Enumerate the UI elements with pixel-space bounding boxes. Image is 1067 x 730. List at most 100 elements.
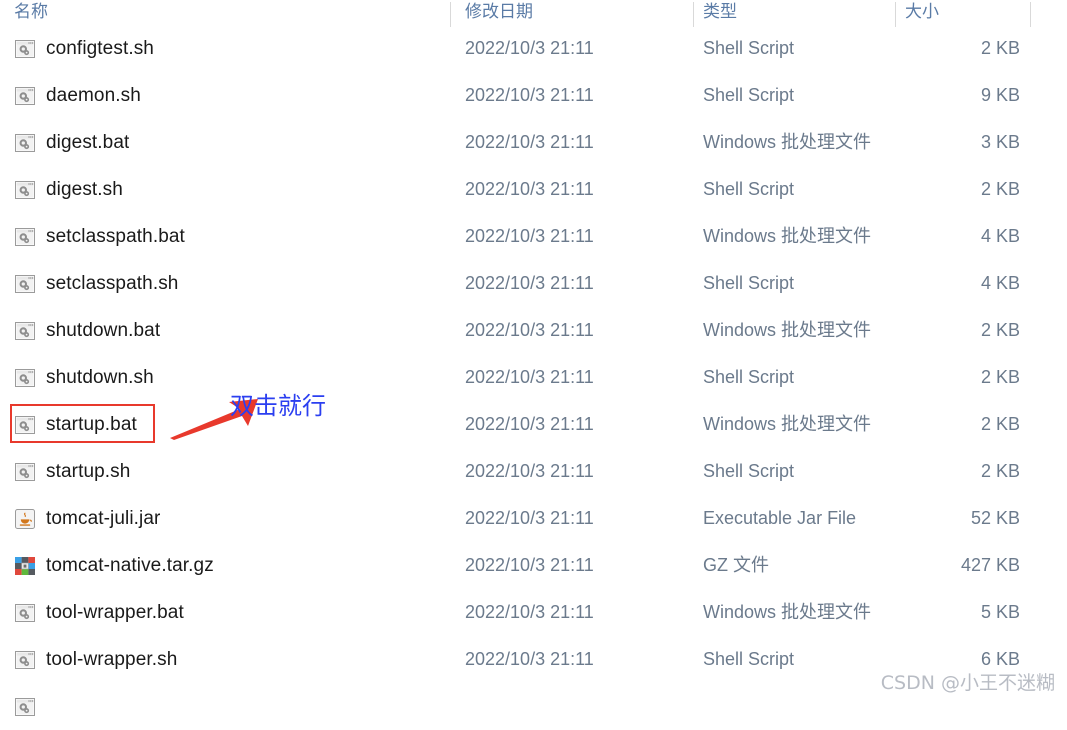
shell-script-icon: [14, 462, 36, 482]
file-modified-cell: 2022/10/3 21:11: [465, 649, 594, 669]
file-type-cell: Shell Script: [703, 273, 795, 293]
column-divider-date-type[interactable]: [693, 2, 694, 27]
file-size-cell: 427 KB: [960, 555, 1020, 575]
file-modified-cell: 2022/10/3 21:11: [465, 508, 594, 528]
file-type-cell: Windows 批处理文件: [703, 226, 872, 246]
file-name-cell[interactable]: tool-wrapper.bat: [14, 589, 184, 636]
file-type-cell: Shell Script: [703, 85, 795, 105]
file-name-label: shutdown.sh: [46, 366, 154, 388]
table-row[interactable]: shutdown.sh 2022/10/3 21:11 Shell Script 2 …: [0, 354, 1067, 401]
file-modified-cell: 2022/10/3 21:11: [465, 179, 594, 199]
shell-script-icon: [14, 603, 36, 623]
file-name-label: startup.bat: [46, 413, 137, 435]
file-name-cell[interactable]: configtest.sh: [14, 25, 154, 72]
file-size-cell: 2 KB: [980, 179, 1020, 199]
table-row[interactable]: setclasspath.bat 2022/10/3 21:11 Windows 批…: [0, 213, 1067, 260]
file-size-cell: 3 KB: [980, 132, 1020, 152]
file-modified-cell: 2022/10/3 21:11: [465, 414, 594, 434]
file-name-cell[interactable]: shutdown.bat: [14, 307, 160, 354]
file-modified-cell: 2022/10/3 21:11: [465, 226, 594, 246]
file-size-cell: 4 KB: [980, 226, 1020, 246]
column-header-type[interactable]: 类型: [703, 0, 883, 27]
column-divider-size-end[interactable]: [1030, 2, 1031, 27]
table-row[interactable]: setclasspath.sh 2022/10/3 21:11 Shell Scri…: [0, 260, 1067, 307]
archive-icon: [14, 556, 36, 576]
file-name-label: startup.sh: [46, 460, 131, 482]
shell-script-icon: [14, 133, 36, 153]
shell-script-icon: [14, 39, 36, 59]
file-modified-cell: 2022/10/3 21:11: [465, 367, 594, 387]
shell-script-icon: [14, 368, 36, 388]
file-type-cell: Shell Script: [703, 179, 795, 199]
shell-script-icon: [14, 321, 36, 341]
file-name-cell[interactable]: daemon.sh: [14, 72, 141, 119]
file-size-cell: 9 KB: [980, 85, 1020, 105]
file-name-cell[interactable]: digest.bat: [14, 119, 129, 166]
table-row[interactable]: tomcat-juli.jar 2022/10/3 21:11 Executable…: [0, 495, 1067, 542]
table-row[interactable]: startup.bat 2022/10/3 21:11 Windows 批处理文件 2…: [0, 401, 1067, 448]
file-name-cell[interactable]: startup.sh: [14, 448, 130, 495]
file-type-cell: Shell Script: [703, 649, 795, 669]
csdn-watermark: CSDN @小王不迷糊: [880, 672, 1055, 694]
file-type-cell: GZ 文件: [703, 555, 769, 575]
file-type-cell: Executable Jar File: [703, 508, 857, 528]
file-modified-cell: 2022/10/3 21:11: [465, 461, 594, 481]
java-jar-icon: [14, 508, 36, 529]
file-name-label: setclasspath.sh: [46, 272, 179, 294]
file-modified-cell: 2022/10/3 21:11: [465, 273, 594, 293]
file-name-cell[interactable]: tomcat-juli.jar: [14, 495, 160, 542]
file-size-cell: 2 KB: [980, 461, 1020, 481]
file-modified-cell: 2022/10/3 21:11: [465, 555, 594, 575]
file-name-label: tomcat-native.tar.gz: [46, 554, 214, 576]
column-divider-type-size[interactable]: [895, 2, 896, 27]
table-row[interactable]: configtest.sh 2022/10/3 21:11 Shell Script…: [0, 25, 1067, 72]
file-type-cell: Windows 批处理文件: [703, 320, 872, 340]
file-size-cell: 52 KB: [970, 508, 1020, 528]
file-type-cell: Shell Script: [703, 367, 795, 387]
table-row[interactable]: startup.sh 2022/10/3 21:11 Shell Script 2 K…: [0, 448, 1067, 495]
file-name-label: digest.bat: [46, 131, 130, 153]
file-list-view: 名称 修改日期 类型 大小 configtest.sh 2022/10/3 21:…: [0, 0, 1067, 716]
file-modified-cell: 2022/10/3 21:11: [465, 320, 594, 340]
column-header-modified[interactable]: 修改日期: [465, 0, 680, 27]
file-name-cell[interactable]: digest.sh: [14, 166, 123, 213]
file-name-label: tomcat-juli.jar: [46, 507, 161, 529]
file-name-cell[interactable]: setclasspath.sh: [14, 260, 178, 307]
file-size-cell: 2 KB: [980, 414, 1020, 434]
shell-script-icon: [14, 274, 36, 294]
file-type-cell: Windows 批处理文件: [703, 132, 872, 152]
column-header-size[interactable]: 大小: [905, 0, 1015, 27]
table-row[interactable]: digest.bat 2022/10/3 21:11 Windows 批处理文件 3 …: [0, 119, 1067, 166]
file-name-cell[interactable]: setclasspath.bat: [14, 213, 185, 260]
file-size-cell: 4 KB: [980, 273, 1020, 293]
shell-script-icon: [14, 650, 36, 670]
file-name-cell[interactable]: tool-wrapper.sh: [14, 636, 177, 683]
file-name-label: tool-wrapper.sh: [46, 648, 178, 670]
table-row[interactable]: digest.sh 2022/10/3 21:11 Shell Script 2 KB: [0, 166, 1067, 213]
file-name-cell[interactable]: [14, 683, 36, 730]
file-name-label: daemon.sh: [46, 84, 141, 106]
file-size-cell: 5 KB: [980, 602, 1020, 622]
file-modified-cell: 2022/10/3 21:11: [465, 602, 594, 622]
file-name-label: setclasspath.bat: [46, 225, 185, 247]
file-modified-cell: 2022/10/3 21:11: [465, 38, 594, 58]
column-divider-name-date[interactable]: [450, 2, 451, 27]
table-row[interactable]: daemon.sh 2022/10/3 21:11 Shell Script 9 KB: [0, 72, 1067, 119]
table-row[interactable]: tool-wrapper.bat 2022/10/3 21:11 Windows 批…: [0, 589, 1067, 636]
column-header-name[interactable]: 名称: [14, 0, 434, 27]
file-name-cell[interactable]: startup.bat: [14, 401, 137, 448]
shell-script-icon: [14, 86, 36, 106]
file-type-cell: Shell Script: [703, 461, 795, 481]
file-name-label: tool-wrapper.bat: [46, 601, 184, 623]
file-name-cell[interactable]: tomcat-native.tar.gz: [14, 542, 214, 589]
file-size-cell: 2 KB: [980, 38, 1020, 58]
table-row[interactable]: tomcat-native.tar.gz 2022/10/3 21:11 GZ 文件…: [0, 542, 1067, 589]
shell-script-icon: [14, 180, 36, 200]
file-name-cell[interactable]: shutdown.sh: [14, 354, 154, 401]
file-size-cell: 2 KB: [980, 320, 1020, 340]
table-row[interactable]: shutdown.bat 2022/10/3 21:11 Windows 批处理文件…: [0, 307, 1067, 354]
shell-script-icon: [14, 227, 36, 247]
file-name-label: shutdown.bat: [46, 319, 161, 341]
file-name-label: digest.sh: [46, 178, 123, 200]
file-type-cell: Windows 批处理文件: [703, 602, 872, 622]
